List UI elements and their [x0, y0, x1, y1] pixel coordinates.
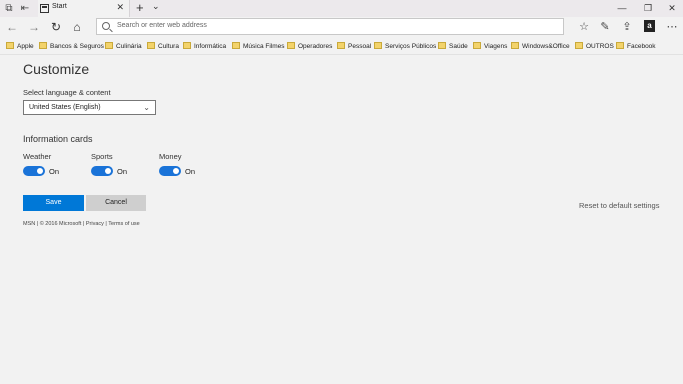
favorite-item[interactable]: Informática [183, 41, 226, 52]
language-value: United States (English) [29, 104, 101, 111]
tab-start[interactable]: Start ✕ [38, 0, 130, 17]
toggle-knob [173, 168, 179, 174]
favorite-item[interactable]: Saúde [438, 41, 468, 52]
footer-links[interactable]: MSN | © 2016 Microsoft | Privacy | Terms… [23, 221, 140, 227]
favorite-item[interactable]: OUTROS [575, 41, 614, 52]
search-icon [102, 22, 110, 30]
home-icon[interactable]: ⌂ [69, 19, 85, 35]
more-icon[interactable]: ⋯ [664, 19, 680, 35]
tab-strip: ⧉ ⇤ Start ✕ + ⌄ — ❐ ✕ [0, 0, 683, 17]
favorite-item[interactable]: Cultura [147, 41, 179, 52]
language-select[interactable]: United States (English) ⌄ [23, 100, 156, 115]
folder-icon [39, 42, 47, 49]
folder-icon [337, 42, 345, 49]
new-tab-icon[interactable]: + [136, 0, 144, 15]
close-tab-icon[interactable]: ✕ [116, 2, 124, 13]
address-placeholder: Search or enter web address [117, 22, 207, 29]
back-icon[interactable]: ← [4, 19, 20, 35]
money-toggle-state: On [185, 167, 196, 176]
toggle-knob [105, 168, 111, 174]
page-title: Customize [23, 61, 90, 77]
folder-icon [511, 42, 519, 49]
address-bar[interactable]: Search or enter web address [96, 18, 564, 35]
favorite-item[interactable]: Operadores [287, 41, 332, 52]
save-button[interactable]: Save [23, 195, 84, 211]
navigation-bar: ← → ↻ ⌂ Search or enter web address ☆ ✎ … [0, 17, 683, 37]
weather-toggle[interactable] [23, 166, 45, 176]
sports-toggle[interactable] [91, 166, 113, 176]
card-label-weather: Weather [23, 152, 52, 161]
folder-icon [147, 42, 155, 49]
tab-title: Start [52, 3, 67, 10]
favorite-item[interactable]: Serviços Públicos [374, 41, 436, 52]
sports-toggle-state: On [117, 167, 128, 176]
favorite-item[interactable]: Música Filmes [232, 41, 285, 52]
amazon-extension-icon[interactable]: a [644, 20, 655, 32]
page-favicon-icon [40, 4, 49, 13]
folder-icon [616, 42, 624, 49]
web-note-icon[interactable]: ✎ [597, 19, 613, 35]
folder-icon [287, 42, 295, 49]
close-window-icon[interactable]: ✕ [662, 2, 682, 15]
tab-preview-icon[interactable]: ⧉ [2, 2, 16, 15]
language-label: Select language & content [23, 88, 111, 97]
folder-icon [183, 42, 191, 49]
restore-icon[interactable]: ❐ [638, 2, 658, 15]
favorite-item[interactable]: Viagens [473, 41, 507, 52]
folder-icon [374, 42, 382, 49]
toggle-knob [37, 168, 43, 174]
favorites-bar: Apple Bancos & Seguros Culinária Cultura… [0, 37, 683, 55]
folder-icon [105, 42, 113, 49]
favorite-item[interactable]: Windows&Office [511, 41, 570, 52]
card-label-money: Money [159, 152, 182, 161]
chevron-down-icon: ⌄ [143, 103, 150, 112]
share-icon[interactable]: ⇪ [619, 19, 635, 35]
folder-icon [232, 42, 240, 49]
reset-defaults-link[interactable]: Reset to default settings [579, 201, 659, 210]
folder-icon [6, 42, 14, 49]
set-tabs-aside-icon[interactable]: ⇤ [18, 2, 32, 15]
cancel-button[interactable]: Cancel [86, 195, 146, 211]
favorite-item[interactable]: Facebook [616, 41, 656, 52]
favorite-item[interactable]: Pessoal [337, 41, 371, 52]
weather-toggle-state: On [49, 167, 60, 176]
favorite-item[interactable]: Bancos & Seguros [39, 41, 104, 52]
cards-title: Information cards [23, 134, 93, 144]
tab-list-chevron-icon[interactable]: ⌄ [152, 1, 160, 12]
forward-icon[interactable]: → [26, 19, 42, 35]
minimize-icon[interactable]: — [612, 2, 632, 15]
folder-icon [438, 42, 446, 49]
money-toggle[interactable] [159, 166, 181, 176]
favorite-item[interactable]: Culinária [105, 41, 142, 52]
favorites-icon[interactable]: ☆ [576, 19, 592, 35]
card-label-sports: Sports [91, 152, 113, 161]
folder-icon [473, 42, 481, 49]
refresh-icon[interactable]: ↻ [48, 19, 64, 35]
favorite-item[interactable]: Apple [6, 41, 34, 52]
folder-icon [575, 42, 583, 49]
